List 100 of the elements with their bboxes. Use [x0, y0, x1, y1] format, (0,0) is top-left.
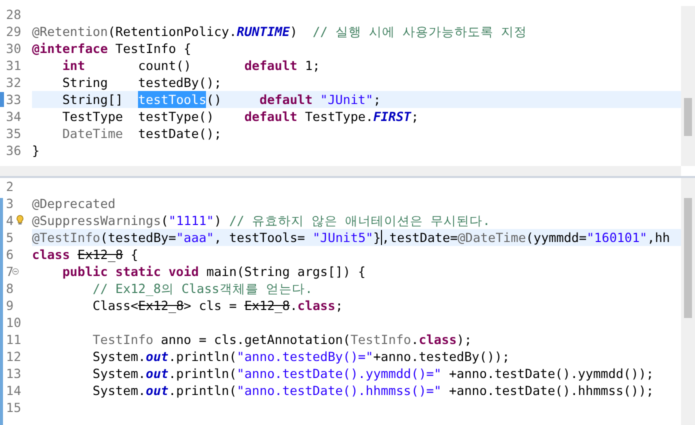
code-text: +anno.testedBy()); — [373, 348, 510, 365]
code-text: ( — [160, 212, 168, 229]
code-text: (yymmdd= — [526, 229, 587, 246]
line-number: 36 — [6, 143, 22, 158]
keyword: class — [297, 297, 336, 314]
code-text: .println( — [168, 348, 237, 365]
annotation: @DateTime — [458, 229, 526, 246]
code-text: ) — [290, 23, 298, 40]
annotation: @SuppressWarnings — [32, 212, 161, 229]
type-name: DateTime — [61, 125, 123, 142]
code-text: . — [290, 297, 298, 314]
line-number: 14 — [6, 383, 22, 398]
vertical-scrollbar[interactable] — [681, 6, 695, 166]
code-text: 1; — [304, 57, 320, 74]
line-number: 11 — [6, 332, 22, 347]
keyword: public static void — [61, 263, 199, 280]
code-text: ; — [335, 297, 343, 314]
code-text: .println( — [168, 365, 237, 382]
string-literal: "aaa" — [176, 229, 214, 246]
string-literal: "anno.testDate().yymmdd()=" — [236, 365, 442, 382]
keyword: default — [244, 108, 298, 125]
line-number: 31 — [6, 58, 22, 73]
constant: FIRST — [373, 108, 412, 125]
code-text: testDate(); — [137, 125, 222, 142]
code-text: main(String args[]) { — [205, 263, 366, 280]
lightbulb-warning-icon[interactable] — [16, 215, 24, 225]
line-number: 35 — [6, 126, 22, 141]
keyword: class — [32, 246, 71, 263]
horizontal-scrollbar[interactable] — [0, 166, 681, 176]
type-name: TestInfo — [350, 331, 412, 348]
code-text: .println( — [168, 382, 237, 399]
code-text: Class< — [92, 297, 138, 314]
line-number: 9 — [6, 298, 14, 313]
code-text: } — [373, 229, 381, 246]
selected-text: testTools — [138, 91, 206, 108]
code-text: System. — [92, 348, 146, 365]
code-text: +anno.testDate().hhmmss()); — [448, 382, 654, 399]
code-text: ); — [456, 331, 472, 348]
deprecated-name: Ex12_8 — [138, 297, 184, 314]
code-text: TestType. — [304, 108, 374, 125]
code-text: () — [206, 91, 223, 108]
code-text: ,testDate= — [382, 229, 458, 246]
code-text: > cls = — [184, 297, 238, 314]
line-number: 30 — [6, 41, 22, 56]
scrollbar-thumb[interactable] — [684, 198, 692, 318]
deprecated-name: Ex12_8 — [78, 246, 123, 263]
line-number: 4 — [6, 213, 14, 228]
code-comment: // 유효하지 않은 애너테이션은 무시된다. — [228, 212, 490, 229]
code-comment: // 실행 시에 사용가능하도록 지정 — [312, 23, 528, 40]
keyword: @interface — [32, 40, 108, 57]
code-text: TestInfo { — [114, 40, 192, 57]
string-literal: "JUnit5" — [312, 229, 374, 246]
code-text: TestType testType() — [61, 108, 215, 125]
code-text: String testedBy(); — [61, 74, 222, 91]
code-text: (testedBy= — [100, 229, 176, 246]
line-number: 6 — [6, 247, 14, 262]
line-number: 3 — [6, 196, 14, 211]
code-text: (RetentionPolicy. — [108, 23, 237, 40]
constant: RUNTIME — [236, 23, 290, 40]
annotation: @TestInfo — [32, 229, 100, 246]
static-field: out — [146, 365, 168, 382]
code-text: ,hh — [647, 229, 670, 246]
code-text: } — [32, 142, 40, 159]
line-number: 10 — [6, 315, 22, 330]
code-text: +anno.testDate().yymmdd()); — [448, 365, 654, 382]
type-name: TestInfo — [92, 331, 154, 348]
line-number: 8 — [6, 281, 14, 296]
keyword: int — [61, 57, 86, 74]
code-text: System. — [92, 365, 146, 382]
line-number: 28 — [6, 7, 22, 22]
static-field: out — [146, 382, 168, 399]
code-text: . — [411, 331, 419, 348]
keyword: default — [244, 57, 298, 74]
code-text: anno = cls.getAnnotation( — [160, 331, 350, 348]
annotation: @Deprecated — [32, 195, 116, 212]
keyword: default — [259, 91, 313, 108]
line-number: 29 — [6, 24, 22, 39]
static-field: out — [146, 348, 168, 365]
code-comment: // Ex12_8의 Class객체를 얻는다. — [92, 280, 313, 297]
line-number: 13 — [6, 366, 22, 381]
line-number: 15 — [6, 400, 22, 415]
string-literal: "160101" — [586, 229, 648, 246]
code-text: count() — [137, 57, 192, 74]
code-text: ; — [411, 108, 419, 125]
code-text: System. — [92, 382, 146, 399]
scrollbar-thumb[interactable] — [684, 98, 692, 136]
code-text: { — [130, 246, 138, 263]
collapse-icon[interactable] — [12, 268, 19, 275]
vertical-scrollbar[interactable] — [681, 178, 695, 425]
line-number: 12 — [6, 349, 22, 364]
annotation: @Retention — [32, 23, 108, 40]
line-number: 32 — [6, 75, 22, 90]
string-literal: "anno.testedBy()=" — [236, 348, 374, 365]
code-text: ) — [214, 212, 222, 229]
string-literal: "JUnit" — [319, 91, 374, 108]
code-text: , testTools= — [214, 229, 305, 246]
line-number: 7 — [6, 264, 14, 279]
deprecated-name: Ex12_8 — [244, 297, 290, 314]
line-number: 33 — [6, 92, 22, 107]
keyword: class — [418, 331, 457, 348]
